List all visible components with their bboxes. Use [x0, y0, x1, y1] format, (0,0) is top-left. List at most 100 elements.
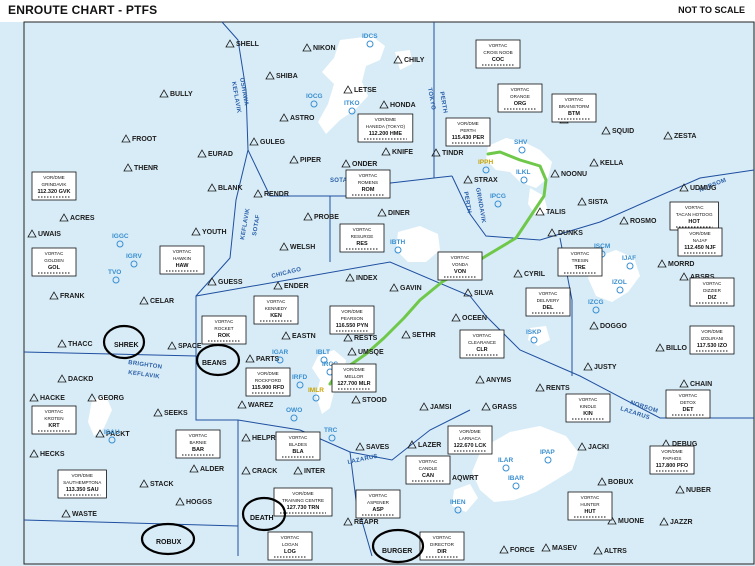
- navaid-type: VORTAC: [489, 43, 508, 48]
- navaid-type: VOR/DME: [701, 329, 722, 334]
- fix-label: FRANK: [60, 293, 85, 300]
- navaid-name: SAUTHEMPTONA: [63, 480, 102, 485]
- fix-label: EURAD: [208, 151, 233, 158]
- fix-label: BLANK: [218, 185, 243, 192]
- navaid-type: VORTAC: [369, 493, 388, 498]
- navaid-box-can[interactable]: VORTAC CANDLE CAN: [405, 455, 451, 485]
- navaid-box-trn[interactable]: VOR/DME TRAINING CENTRE 127.730 TRN: [273, 487, 333, 517]
- navaid-box-ken[interactable]: VORTAC KENNEDY KEN: [253, 295, 299, 325]
- navaid-box-hut[interactable]: VORTAC HUNTER HUT: [567, 491, 613, 521]
- navaid-type: VORTAC: [579, 397, 598, 402]
- fix-label: TINDR: [442, 150, 463, 157]
- navaid-box-hme[interactable]: VOR/DME HANEDA (TOKYO) 112.200 HME: [357, 113, 414, 143]
- fix-label: DINER: [388, 210, 410, 217]
- navaid-box-rok[interactable]: VORTAC ROCKET ROK: [201, 315, 247, 345]
- navaid-ident: LOG: [284, 549, 296, 555]
- fix-label: CRACK: [252, 468, 277, 475]
- navaid-box-krt[interactable]: VORTAC KROTEN KRT: [31, 405, 77, 435]
- navaid-box-gol[interactable]: VORTAC GOLDEN GOL: [31, 247, 77, 277]
- navaid-box-det[interactable]: VORTAC DETOX DET: [665, 389, 711, 419]
- map-canvas[interactable]: OSHAWA KEFLAVIK TOKYO PERTH SOTAF KEFLAV…: [0, 0, 755, 566]
- navaid-box-bar[interactable]: VORTAC BARNIE BAR: [175, 429, 221, 459]
- navaid-name: KINDLE: [580, 404, 597, 409]
- navaid-box-rfd[interactable]: VOR/DME ROCKFORD 115.900 RFD: [245, 367, 291, 397]
- fix-label: ACRES: [70, 215, 95, 222]
- navaid-box-log[interactable]: VORTAC LOGAN LOG: [267, 531, 313, 561]
- fix-label: SAVES: [366, 444, 390, 451]
- navaid-box-tre[interactable]: VORTAC TRESIN TRE: [557, 247, 603, 277]
- navaid-box-rom[interactable]: VORTAC ROMENS ROM: [345, 169, 391, 199]
- navaid-ident: RES: [356, 241, 368, 247]
- navaid-name: DELIVERY: [537, 298, 560, 303]
- navaid-box-gvk[interactable]: VOR/DME GRINDAVIK 112.320 GVK: [31, 171, 77, 201]
- navaid-box-del[interactable]: VORTAC DELIVERY DEL: [525, 287, 571, 317]
- navaid-box-clr[interactable]: VORTAC CLEARANCE CLR: [459, 329, 505, 359]
- navaid-name: ROMENS: [358, 180, 378, 185]
- fix-label: UDMUG: [690, 185, 717, 192]
- fix-label: MASEV: [552, 545, 577, 552]
- navaid-box-mlr[interactable]: VOR/DME MELLOR 127.700 MLR: [331, 363, 377, 393]
- fix-label: ROSMO: [630, 218, 657, 225]
- navaid-box-bla[interactable]: VORTAC BLADES BLA: [275, 431, 321, 461]
- fix-label: AQWRT: [452, 475, 479, 482]
- fix-label: JACKI: [588, 444, 609, 451]
- fix-label: SETHR: [412, 332, 436, 339]
- navaid-ident: BAR: [192, 447, 204, 453]
- navaid-name: CANDLE: [419, 466, 438, 471]
- navaid-box-njf[interactable]: VOR/DME NAJAF 112.450 NJF: [677, 227, 723, 257]
- navaid-box-per[interactable]: VOR/DME PERTH 115.430 PER: [445, 117, 491, 147]
- navaid-name: LOGAN: [282, 542, 298, 547]
- navaid-type: VORTAC: [173, 249, 192, 254]
- navaid-type: VORTAC: [189, 433, 208, 438]
- fix-label: DACKD: [68, 376, 93, 383]
- fix-label: HECKS: [40, 451, 65, 458]
- airport-code: IPCG: [490, 193, 506, 200]
- navaid-box-pyn[interactable]: VOR/DME PEARSON 116.550 PYN: [329, 305, 375, 335]
- navaid-box-kin[interactable]: VORTAC KINDLE KIN: [565, 393, 611, 423]
- navaid-type: VOR/DME: [43, 175, 64, 180]
- fix-label: ALDER: [200, 466, 224, 473]
- fix-label: GEORG: [98, 395, 125, 402]
- navaid-name: TRAINING CENTRE: [282, 498, 324, 503]
- navaid-box-coc[interactable]: VORTAC CROIS NOOB COC: [475, 39, 521, 69]
- navaid-box-org[interactable]: VORTAC ORANGE ORG: [497, 83, 543, 113]
- airport-code: IPAP: [540, 449, 555, 456]
- airport-code: IGGC: [112, 233, 129, 240]
- navaid-ident: KEN: [270, 313, 282, 319]
- navaid-name: KROTEN: [44, 416, 63, 421]
- fix-label: ENDER: [284, 283, 309, 290]
- navaid-box-asp[interactable]: VORTAC ASPENER ASP: [355, 489, 401, 519]
- navaid-ident: 113.350 SAU: [66, 487, 99, 493]
- navaid-type: VORTAC: [419, 459, 438, 464]
- fix-label: HONDA: [390, 102, 416, 109]
- fix-label: REAPR: [354, 519, 379, 526]
- fix-label: STACK: [150, 481, 174, 488]
- airport-code: IBTH: [390, 239, 405, 246]
- navaid-ident: BTM: [568, 111, 580, 117]
- navaid-type: VORTAC: [215, 319, 234, 324]
- navaid-box-dir[interactable]: VORTAC DIRECTOR DIR: [419, 531, 465, 561]
- navaid-box-res[interactable]: VORTAC RESURGE RES: [339, 223, 385, 253]
- fix-label: OCEEN: [462, 315, 487, 322]
- navaid-box-izo[interactable]: VOR/DME IZOLIRANI 117.530 IZO: [689, 325, 735, 355]
- navaid-box-von[interactable]: VORTAC VONDA VON: [437, 251, 483, 281]
- airport-code: IBAR: [508, 475, 524, 482]
- fix-label: GRASS: [492, 404, 517, 411]
- navaid-box-diz[interactable]: VORTAC DIZZIER DIZ: [689, 277, 735, 307]
- navaid-box-pfo[interactable]: VOR/DME PAPHOS 117.800 PFO: [649, 445, 695, 475]
- navaid-box-btm[interactable]: VORTAC BRAINSTORM BTM: [551, 93, 597, 123]
- fix-label: RENTS: [546, 385, 570, 392]
- fix-label: STOOD: [362, 397, 387, 404]
- fix-label: SHIBA: [276, 73, 298, 80]
- navaid-ident: 117.530 IZO: [697, 343, 728, 349]
- navaid-type: VORTAC: [565, 97, 584, 102]
- navaid-name: VONDA: [452, 262, 469, 267]
- navaid-box-haw[interactable]: VORTAC HAWKIN HAW: [159, 245, 205, 275]
- navaid-box-lck[interactable]: VOR/DME LARNACA 122.670 LCK: [447, 425, 493, 455]
- navaid-name: CLEARANCE: [468, 340, 496, 345]
- navaid-ident: 127.700 MLR: [337, 381, 370, 387]
- navaid-name: HANEDA (TOKYO): [366, 124, 406, 129]
- navaid-box-hot[interactable]: VORTAC TACAN HOTDOG HOT: [669, 201, 719, 231]
- fix-label: YOUTH: [202, 229, 227, 236]
- navaid-box-sau[interactable]: VOR/DME SAUTHEMPTONA 113.350 SAU: [57, 469, 107, 499]
